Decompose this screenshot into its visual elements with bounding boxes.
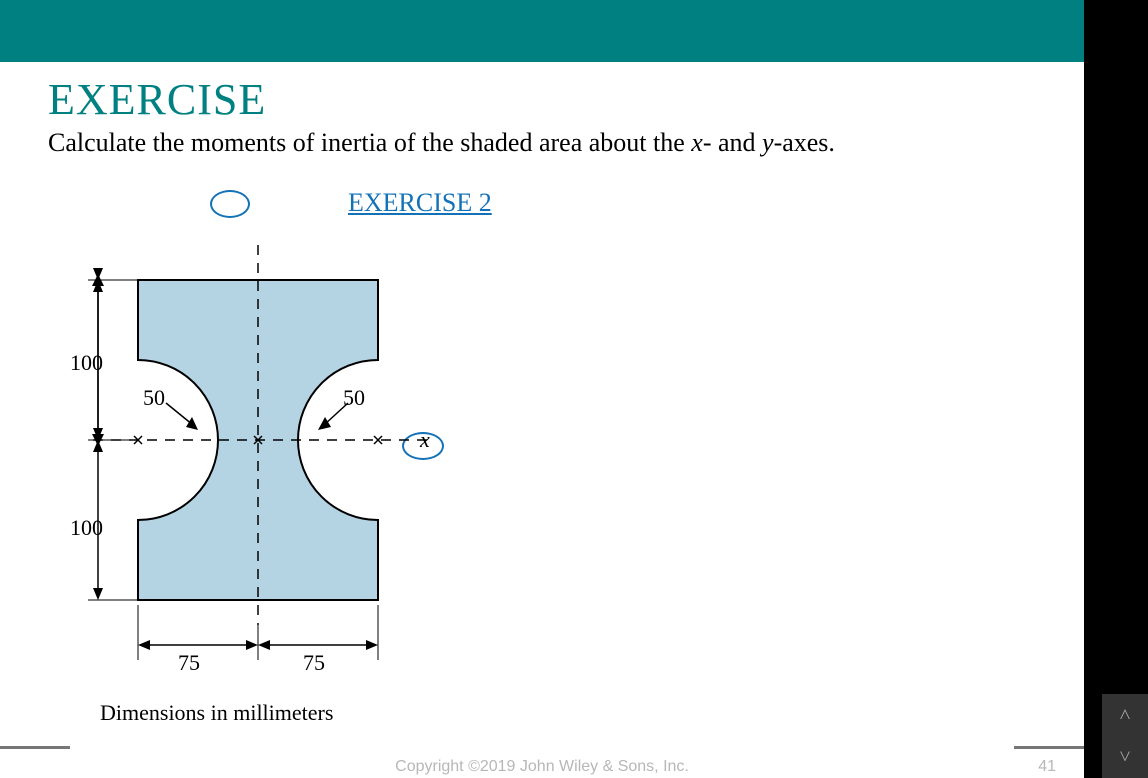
scroll-down-button[interactable]: ˅: [1102, 736, 1148, 778]
sidebar-black: ˄ ˅: [1084, 0, 1148, 778]
dim-75-left: 75: [178, 650, 200, 675]
prompt-y: y: [762, 128, 774, 157]
figure-caption: Dimensions in millimeters: [100, 700, 333, 726]
prompt-text-2: - and: [703, 128, 762, 157]
prompt-text-1: Calculate the moments of inertia of the …: [48, 128, 691, 157]
dim-100-top: 100: [70, 350, 103, 375]
prompt-x: x: [691, 128, 703, 157]
exercise-prompt: Calculate the moments of inertia of the …: [48, 128, 835, 158]
copyright-text: Copyright ©2019 John Wiley & Sons, Inc.: [0, 758, 1084, 776]
scroll-up-button[interactable]: ˄: [1102, 694, 1148, 736]
bottom-rule-left: [0, 746, 70, 749]
chevron-up-icon: ˄: [1119, 704, 1130, 726]
dim-50-right: 50: [343, 385, 365, 410]
chevron-down-icon: ˅: [1119, 746, 1130, 768]
handwritten-note: EXERCISE 2: [348, 188, 492, 218]
bottom-rule-right: [1014, 746, 1084, 749]
y-axis-circle-annotation: [210, 190, 250, 218]
slide: EXERCISE Calculate the moments of inerti…: [0, 0, 1084, 778]
dim-100-bottom: 100: [70, 515, 103, 540]
figure-diagram: y x 100 100 50 50: [48, 225, 468, 755]
prompt-text-3: -axes.: [774, 128, 835, 157]
dim-75-right: 75: [303, 650, 325, 675]
x-axis-label: x: [419, 427, 430, 452]
top-bar: [0, 0, 1084, 62]
page-number: 41: [1038, 758, 1056, 776]
dim-50-left: 50: [143, 385, 165, 410]
exercise-title: EXERCISE: [48, 74, 266, 125]
figure-svg: y x 100 100 50 50: [48, 225, 468, 705]
